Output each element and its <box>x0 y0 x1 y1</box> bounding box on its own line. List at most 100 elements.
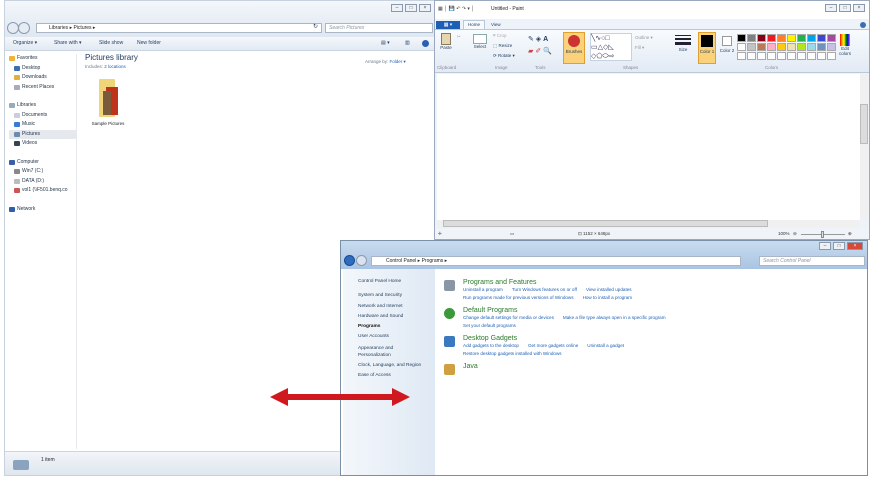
maximize-button[interactable]: □ <box>833 242 845 250</box>
address-bar[interactable]: Control Panel ▸ Programs ▸ <box>371 256 741 266</box>
palette-color[interactable] <box>757 34 766 42</box>
help-icon[interactable] <box>860 22 866 28</box>
sidebar-item[interactable]: Control Panel Home <box>358 277 435 287</box>
palette-empty-slot[interactable] <box>797 52 806 60</box>
task-link[interactable]: Run programs made for previous versions … <box>463 295 574 300</box>
task-link[interactable]: Change default settings for media or dev… <box>463 315 554 320</box>
organize-button[interactable]: Organize ▾ <box>13 37 37 50</box>
shapes-gallery[interactable]: ╲∿○□ ▭△◇◺ ◇⬠⬭⇨ <box>590 33 632 61</box>
paint-menu-button[interactable]: ▦ ▾ <box>436 21 460 29</box>
forward-button[interactable] <box>356 255 367 266</box>
palette-color[interactable] <box>767 43 776 51</box>
view-options-icon[interactable]: ▤ ▾ <box>381 37 390 50</box>
tab-home[interactable]: Home <box>463 20 485 29</box>
sidebar-item[interactable]: Ease of Access <box>358 371 435 381</box>
close-button[interactable]: × <box>847 242 863 250</box>
palette-color[interactable] <box>737 34 746 42</box>
outline-button[interactable]: Outline ▾ <box>635 35 653 41</box>
task-link[interactable]: Set your default programs <box>463 323 516 328</box>
task-link[interactable]: Get more gadgets online <box>528 343 578 348</box>
cut-icon[interactable]: ✂ <box>457 34 461 40</box>
sidebar-item[interactable]: Network and Internet <box>358 302 435 312</box>
palette-color[interactable] <box>807 43 816 51</box>
fill-button[interactable]: Fill ▾ <box>635 45 644 51</box>
nav-recent-places[interactable]: Recent Places <box>9 83 76 93</box>
sidebar-item[interactable]: Appearance and Personalization <box>358 345 404 359</box>
arrange-dropdown[interactable]: Folder ▾ <box>390 59 406 64</box>
crop-button[interactable]: ⌗ Crop <box>493 33 507 38</box>
breadcrumb-programs[interactable]: Programs <box>422 258 444 264</box>
nav-libraries[interactable]: Libraries <box>9 101 76 111</box>
nav-network-drive[interactable]: vol1 (\\F501.benq.co <box>9 186 76 196</box>
back-button[interactable] <box>344 255 355 266</box>
brushes-button[interactable]: Brushes <box>563 32 585 64</box>
tools-icons[interactable]: ✎ ◈ A <box>528 35 548 43</box>
canvas-area[interactable] <box>437 74 860 220</box>
palette-empty-slot[interactable] <box>767 52 776 60</box>
palette-color[interactable] <box>777 43 786 51</box>
maximize-button[interactable]: □ <box>405 4 417 12</box>
sidebar-item[interactable]: Hardware and Sound <box>358 312 435 322</box>
sidebar-item[interactable]: System and Security <box>358 291 435 301</box>
sidebar-item[interactable]: User Accounts <box>358 332 435 342</box>
palette-color[interactable] <box>787 43 796 51</box>
sidebar-item[interactable]: Programs <box>358 322 435 332</box>
task-link[interactable]: Restore desktop gadgets installed with W… <box>463 351 562 356</box>
nav-computer[interactable]: Computer <box>9 158 76 168</box>
task-link[interactable]: Uninstall a program <box>463 287 503 292</box>
palette-empty-slot[interactable] <box>777 52 786 60</box>
palette-color[interactable] <box>757 43 766 51</box>
minimize-button[interactable]: – <box>391 4 403 12</box>
folder-item[interactable]: Sample Pictures <box>87 77 129 126</box>
zoom-slider-thumb[interactable] <box>821 231 824 238</box>
palette-empty-slot[interactable] <box>737 52 746 60</box>
palette-empty-slot[interactable] <box>807 52 816 60</box>
task-link[interactable]: Turn Windows features on or off <box>512 287 577 292</box>
palette-color[interactable] <box>767 34 776 42</box>
palette-color[interactable] <box>817 43 826 51</box>
palette-empty-slot[interactable] <box>757 52 766 60</box>
close-button[interactable]: × <box>419 4 431 12</box>
palette-color[interactable] <box>737 43 746 51</box>
maximize-button[interactable]: □ <box>839 4 851 12</box>
select-button[interactable]: Select <box>473 34 487 49</box>
color2-button[interactable]: Color 2 <box>719 32 735 53</box>
palette-color[interactable] <box>747 34 756 42</box>
zoom-slider[interactable] <box>801 231 845 238</box>
nav-documents[interactable]: Documents <box>9 111 76 121</box>
paste-button[interactable]: Paste <box>439 33 453 50</box>
section-title[interactable]: Java <box>463 363 861 370</box>
nav-network[interactable]: Network <box>9 205 76 215</box>
minimize-button[interactable]: – <box>825 4 837 12</box>
nav-drive-d[interactable]: DATA (D:) <box>9 177 76 187</box>
zoom-in-button[interactable]: ⊕ <box>848 229 852 239</box>
vertical-scrollbar[interactable] <box>860 74 868 220</box>
palette-empty-slot[interactable] <box>827 52 836 60</box>
search-input[interactable]: Search Pictures <box>325 23 433 33</box>
horizontal-scrollbar[interactable] <box>437 220 860 228</box>
zoom-out-button[interactable]: ⊖ <box>793 229 797 239</box>
address-bar[interactable]: Libraries ▸ Pictures ▸ <box>36 23 322 33</box>
breadcrumb-control-panel[interactable]: Control Panel <box>386 258 416 264</box>
palette-color[interactable] <box>747 43 756 51</box>
task-link[interactable]: Uninstall a gadget <box>587 343 624 348</box>
nav-pictures[interactable]: Pictures <box>9 129 76 139</box>
tab-view[interactable]: View <box>491 21 501 29</box>
close-button[interactable]: × <box>853 4 865 12</box>
new-folder-button[interactable]: New folder <box>137 37 161 50</box>
palette-color[interactable] <box>807 34 816 42</box>
section-title[interactable]: Default Programs <box>463 307 861 314</box>
refresh-icon[interactable]: ↻ <box>313 23 322 33</box>
palette-empty-slot[interactable] <box>787 52 796 60</box>
nav-favorites[interactable]: Favorites <box>9 54 76 64</box>
eraser-picker-magnifier-icons[interactable]: ▰ ✐ 🔍 <box>528 47 552 55</box>
palette-color[interactable] <box>827 43 836 51</box>
slideshow-button[interactable]: Slide show <box>99 37 123 50</box>
forward-button[interactable] <box>18 22 30 34</box>
quick-access-toolbar[interactable]: ▦ │ 💾 ↶ ↷ ▾ │ <box>438 6 474 12</box>
palette-color[interactable] <box>817 34 826 42</box>
task-link[interactable]: View installed updates <box>586 287 632 292</box>
sidebar-item[interactable]: Clock, Language, and Region <box>358 361 435 371</box>
palette-color[interactable] <box>777 34 786 42</box>
color1-button[interactable]: Color 1 <box>698 32 716 64</box>
